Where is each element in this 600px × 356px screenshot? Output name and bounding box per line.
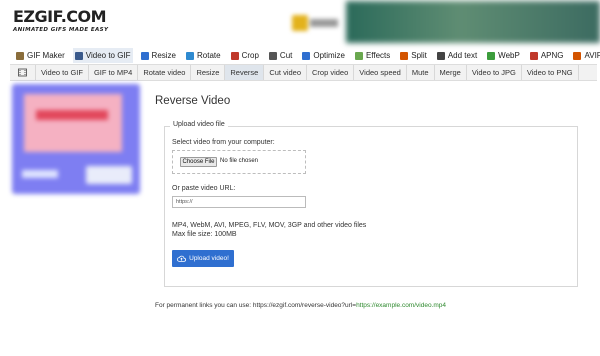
effects-icon [354, 51, 363, 60]
page-title: Reverse Video [155, 95, 231, 107]
permalink-prefix: For permanent links you can use: https:/… [155, 302, 357, 309]
permalink-example-link[interactable]: https://example.com/video.mp4 [356, 302, 446, 309]
sub-menu: Video to GIF GIF to MP4 Rotate video Resize… [10, 64, 597, 81]
main-menu-label: Crop [241, 51, 259, 60]
main-menu-item-avif[interactable]: AVIF [571, 48, 600, 63]
video-menu-icon[interactable] [10, 65, 36, 80]
main-menu-label: Add text [447, 51, 478, 60]
crop-icon [230, 51, 239, 60]
sub-menu-tab-cut-video[interactable]: Cut video [264, 65, 307, 80]
sub-menu-tab-reverse[interactable]: Reverse [225, 65, 265, 80]
main-menu-label: WebP [498, 51, 520, 60]
main-menu-item-video-to-gif[interactable]: Video to GIF [72, 48, 133, 63]
main-menu-label: Cut [279, 51, 293, 60]
choose-file-button[interactable]: Choose File [180, 157, 217, 167]
cut-icon [268, 51, 277, 60]
rotate-icon [186, 51, 194, 60]
main-menu-item-crop[interactable]: Crop [229, 48, 261, 63]
main-menu-item-gif-maker[interactable]: GIF Maker [14, 48, 67, 63]
webp-icon [487, 51, 496, 60]
header-ad-banner[interactable] [346, 1, 600, 43]
sub-menu-tab-mute[interactable]: Mute [407, 65, 435, 80]
sub-menu-tab-merge[interactable]: Merge [435, 65, 467, 80]
no-file-chosen-text: No file chosen [220, 158, 259, 164]
sub-menu-tab-video-to-gif[interactable]: Video to GIF [36, 65, 89, 80]
main-menu-item-rotate[interactable]: Rotate [184, 48, 223, 63]
video-to-gif-icon [74, 51, 83, 60]
permalink-note: For permanent links you can use: https:/… [155, 302, 446, 309]
sub-menu-tab-rotate-video[interactable]: Rotate video [138, 65, 192, 80]
max-file-size-text: Max file size: 100MB [172, 231, 237, 238]
main-menu-item-add-text[interactable]: Add text [435, 48, 479, 63]
cloud-upload-icon [177, 255, 187, 262]
main-menu-label: AVIF [584, 51, 600, 60]
main-menu-item-cut[interactable]: Cut [267, 48, 294, 63]
site-header: EZGIF.COM ANIMATED GIFS MADE EASY [0, 0, 600, 46]
upload-button-label: Upload video! [189, 255, 229, 262]
optimize-icon [302, 51, 311, 60]
main-menu-item-optimize[interactable]: Optimize [300, 48, 347, 63]
main-menu-item-webp[interactable]: WebP [485, 48, 522, 63]
sub-menu-tab-video-speed[interactable]: Video speed [354, 65, 407, 80]
main-menu-label: Resize [151, 51, 176, 60]
gif-maker-icon [16, 51, 24, 60]
main-menu-label: Split [411, 51, 427, 60]
sub-menu-tab-video-to-jpg[interactable]: Video to JPG [467, 65, 522, 80]
main-menu-label: GIF Maker [27, 51, 65, 60]
main-menu-label: Effects [365, 51, 391, 60]
sub-menu-tab-crop-video[interactable]: Crop video [307, 65, 355, 80]
sub-menu-tab-video-to-png[interactable]: Video to PNG [522, 65, 579, 80]
main-menu-item-effects[interactable]: Effects [353, 48, 392, 63]
avif-icon [573, 51, 582, 60]
apng-icon [529, 51, 538, 60]
url-label: Or paste video URL: [172, 185, 236, 192]
main-menu-item-resize[interactable]: Resize [139, 48, 178, 63]
select-file-label: Select video from your computer: [172, 139, 275, 146]
resize-icon [140, 51, 149, 60]
main-menu-label: Optimize [313, 51, 345, 60]
header-ad-small[interactable] [290, 13, 342, 33]
main-menu: GIF Maker Video to GIF Resize Rotate Crop Cut… [0, 47, 600, 64]
add-text-icon [436, 51, 445, 60]
main-menu-label: Video to GIF [85, 51, 131, 60]
sub-menu-tab-gif-to-mp4[interactable]: GIF to MP4 [89, 65, 139, 80]
upload-legend: Upload video file [170, 121, 228, 128]
sidebar-ad[interactable] [12, 84, 140, 194]
main-menu-label: APNG [540, 51, 564, 60]
main-menu-item-split[interactable]: Split [398, 48, 429, 63]
supported-formats-text: MP4, WebM, AVI, MPEG, FLV, MOV, 3GP and … [172, 222, 367, 229]
video-url-input[interactable]: https:// [172, 196, 306, 208]
site-logo[interactable]: EZGIF.COM ANIMATED GIFS MADE EASY [13, 7, 109, 34]
main-menu-label: Rotate [197, 51, 221, 60]
logo-tagline: ANIMATED GIFS MADE EASY [13, 27, 109, 33]
logo-text: EZGIF.COM [13, 7, 107, 26]
sub-menu-tab-resize[interactable]: Resize [191, 65, 226, 80]
split-icon [400, 51, 409, 60]
main-menu-item-apng[interactable]: APNG [528, 48, 566, 63]
upload-video-button[interactable]: Upload video! [172, 250, 234, 267]
